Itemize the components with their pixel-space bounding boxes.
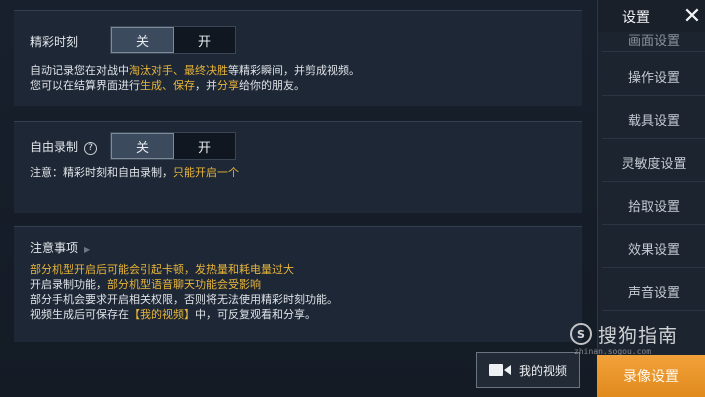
desc-highlight: 生成、保存: [140, 79, 195, 92]
sidebar-item-effects[interactable]: 效果设置: [602, 230, 705, 268]
note-highlight: 只能开启一个: [173, 166, 239, 179]
desc-text: 自动记录您在对战中: [30, 64, 129, 77]
note-text: 开启录制功能，: [30, 278, 107, 291]
desc-text: ，并: [195, 79, 217, 92]
desc-text: 您可以在结算界面进行: [30, 79, 140, 92]
watermark: S 搜狗指南 zhinan.sogou.com: [570, 321, 700, 357]
my-video-button[interactable]: 我的视频: [476, 352, 580, 388]
highlight-toggle[interactable]: 关 开: [110, 26, 236, 54]
notes-line3: 部分手机会要求开启相关权限，否则将无法使用精彩时刻功能。: [30, 293, 338, 306]
note-text: 中，可反复观看和分享。: [195, 308, 316, 321]
my-video-label: 我的视频: [518, 363, 567, 378]
triangle-icon: ▶: [84, 245, 91, 254]
desc-text: 给你的朋友。: [239, 79, 305, 92]
highlight-on-option[interactable]: 开: [174, 27, 235, 53]
free-record-off-option[interactable]: 关: [111, 133, 174, 159]
highlight-label: 精彩时刻: [30, 35, 79, 49]
highlight-description-line1: 自动记录您在对战中淘汰对手、最终决胜等精彩瞬间，并剪成视频。: [30, 63, 360, 78]
settings-title: 设置: [622, 10, 650, 26]
free-record-label: 自由录制: [30, 140, 79, 154]
highlight-description-line2: 您可以在结算界面进行生成、保存，并分享给你的朋友。: [30, 78, 305, 93]
notes-line4: 视频生成后可保存在【我的视频】中，可反复观看和分享。: [30, 307, 316, 322]
notes-title-wrap: 注意事项 ▶: [30, 239, 90, 256]
free-record-panel: 自由录制? 关 开 注意：精彩时刻和自由录制，只能开启一个: [14, 121, 582, 213]
note-text: 视频生成后可保存在: [30, 308, 129, 321]
sogou-logo-icon: S: [570, 323, 592, 345]
sidebar-item-graphics[interactable]: 画面设置: [602, 28, 705, 52]
highlight-panel: 精彩时刻 关 开 自动记录您在对战中淘汰对手、最终决胜等精彩瞬间，并剪成视频。 …: [14, 10, 582, 106]
sidebar-item-recording[interactable]: 录像设置: [597, 355, 705, 397]
desc-text: 等精彩瞬间，并剪成视频。: [228, 64, 360, 77]
note-highlight: 【我的视频】: [129, 308, 195, 321]
desc-highlight: 淘汰对手、最终决胜: [129, 64, 228, 77]
video-camera-icon: [488, 364, 511, 376]
sidebar-item-sound[interactable]: 声音设置: [602, 273, 705, 311]
sidebar-item-pickup[interactable]: 拾取设置: [602, 187, 705, 225]
help-icon[interactable]: ?: [84, 141, 98, 155]
highlight-off-option[interactable]: 关: [111, 27, 174, 53]
sidebar-item-sensitivity[interactable]: 灵敏度设置: [602, 144, 705, 182]
watermark-text: 搜狗指南: [598, 325, 679, 347]
notes-line1: 部分机型开启后可能会引起卡顿，发热量和耗电量过大: [30, 263, 294, 276]
free-record-label-wrap: 自由录制?: [30, 138, 98, 155]
note-highlight: 部分机型语音聊天功能会受影响: [107, 278, 261, 291]
sidebar-item-controls[interactable]: 操作设置: [602, 58, 705, 96]
notes-title: 注意事项: [30, 241, 79, 255]
free-record-note: 注意：精彩时刻和自由录制，只能开启一个: [30, 165, 239, 180]
watermark-url: zhinan.sogou.com: [574, 347, 652, 356]
notes-panel: 注意事项 ▶ 部分机型开启后可能会引起卡顿，发热量和耗电量过大 开启录制功能，部分…: [14, 226, 582, 342]
free-record-toggle[interactable]: 关 开: [110, 132, 236, 160]
note-text: 注意：精彩时刻和自由录制，: [30, 166, 173, 179]
desc-highlight: 分享: [217, 79, 239, 92]
sidebar-item-vehicle[interactable]: 载具设置: [602, 101, 705, 139]
notes-line2: 开启录制功能，部分机型语音聊天功能会受影响: [30, 277, 261, 292]
free-record-on-option[interactable]: 开: [174, 133, 235, 159]
